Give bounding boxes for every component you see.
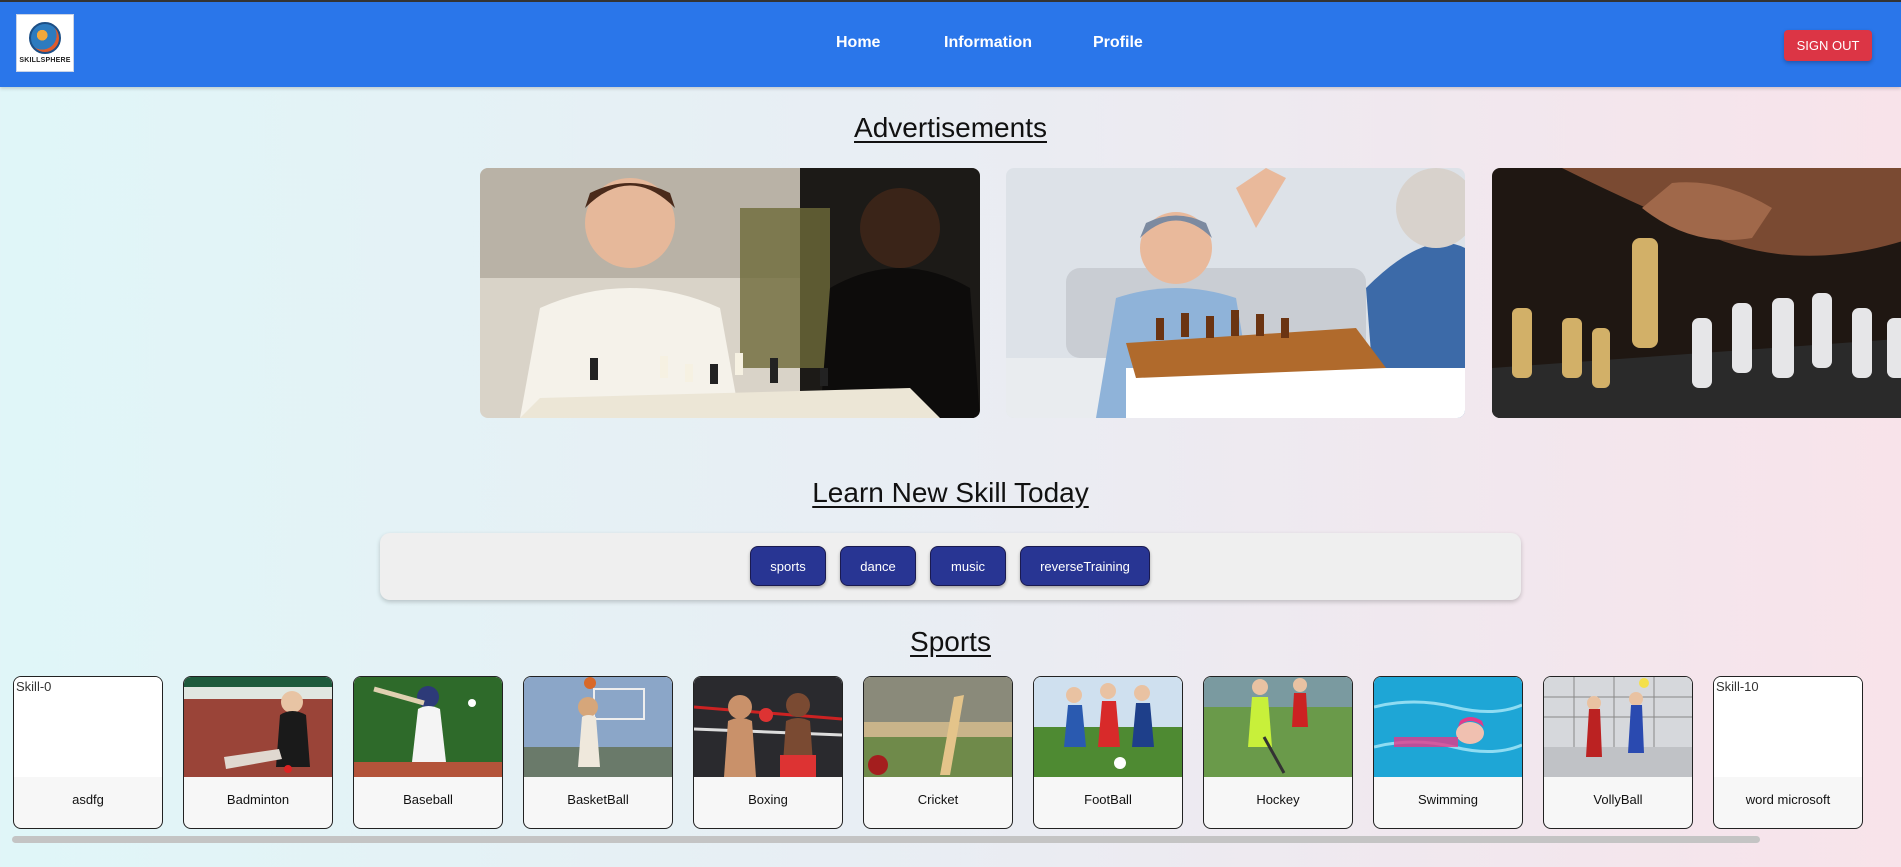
sport-card[interactable]: Badminton: [183, 676, 333, 829]
sport-card[interactable]: BasketBall: [523, 676, 673, 829]
hockey-photo: [1204, 677, 1352, 777]
broken-image-alt-text: Skill-0: [16, 679, 52, 694]
football-photo: [1034, 677, 1182, 777]
sport-card-label: Hockey: [1256, 792, 1300, 807]
advertisements-title: Advertisements: [854, 112, 1047, 143]
boxing-photo: [694, 677, 842, 777]
skill-category-panel: sports dance music reverseTraining: [380, 533, 1521, 600]
sport-card-image: [184, 677, 332, 777]
sport-card[interactable]: VollyBall: [1543, 676, 1693, 829]
sport-card-label: BasketBall: [567, 792, 629, 807]
ad-image-chess-high-five[interactable]: [1006, 168, 1465, 418]
sport-card-image: [354, 677, 502, 777]
sport-card[interactable]: Boxing: [693, 676, 843, 829]
nav-links: Home Information Profile: [0, 2, 1901, 87]
cricket-photo: [864, 677, 1012, 777]
chess-pieces-photo: [1492, 168, 1901, 418]
sport-card-label: Baseball: [403, 792, 453, 807]
sport-card-image: [1034, 677, 1182, 777]
navbar: SKILLSPHERE Home Information Profile SIG…: [0, 0, 1901, 87]
sport-card-label: asdfg: [72, 792, 104, 807]
nav-home-link[interactable]: Home: [836, 34, 880, 52]
category-dance-button[interactable]: dance: [840, 546, 916, 586]
volleyball-photo: [1544, 677, 1692, 777]
sport-card-label: Boxing: [748, 792, 788, 807]
chess-kids-photo: [480, 168, 980, 418]
ad-image-chess-pieces[interactable]: [1492, 168, 1901, 418]
chess-high-five-photo: [1006, 168, 1465, 418]
sport-card-label: VollyBall: [1593, 792, 1643, 807]
swimming-photo: [1374, 677, 1522, 777]
sport-card-image: [694, 677, 842, 777]
sport-card-image: [1204, 677, 1352, 777]
baseball-photo: [354, 677, 502, 777]
sports-title: Sports: [910, 626, 991, 657]
sport-card[interactable]: Skill-0 asdfg: [13, 676, 163, 829]
sign-out-button[interactable]: SIGN OUT: [1784, 30, 1872, 61]
sport-card[interactable]: Swimming: [1373, 676, 1523, 829]
sport-card[interactable]: Cricket: [863, 676, 1013, 829]
ad-image-chess-kids[interactable]: [480, 168, 980, 418]
broken-image-alt-text: Skill-10: [1716, 679, 1759, 694]
nav-information-link[interactable]: Information: [944, 34, 1032, 52]
sport-card[interactable]: Skill-10 word microsoft: [1713, 676, 1863, 829]
basketball-photo: [524, 677, 672, 777]
sport-card-image-broken: Skill-0: [14, 677, 162, 777]
sport-card-label: Cricket: [917, 792, 959, 807]
sport-card[interactable]: Baseball: [353, 676, 503, 829]
sport-card-image: [864, 677, 1012, 777]
sport-card-label: Badminton: [226, 792, 290, 807]
sport-card-label: Swimming: [1418, 792, 1478, 807]
sport-card-image: [1544, 677, 1692, 777]
sport-card[interactable]: FootBall: [1033, 676, 1183, 829]
category-music-button[interactable]: music: [930, 546, 1006, 586]
category-reversetraining-button[interactable]: reverseTraining: [1020, 546, 1150, 586]
sport-card-image: [1374, 677, 1522, 777]
sport-card-image: [524, 677, 672, 777]
sport-card-label: FootBall: [1084, 792, 1132, 807]
sport-card-image-broken: Skill-10: [1714, 677, 1862, 777]
sport-card[interactable]: Hockey: [1203, 676, 1353, 829]
badminton-photo: [184, 677, 332, 777]
learn-skill-title: Learn New Skill Today: [812, 477, 1089, 508]
scrollbar-thumb[interactable]: [12, 836, 1760, 843]
sports-row-scrollbar[interactable]: [12, 836, 1892, 844]
nav-profile-link[interactable]: Profile: [1093, 34, 1143, 52]
category-sports-button[interactable]: sports: [750, 546, 826, 586]
sport-card-label: word microsoft: [1745, 792, 1831, 807]
